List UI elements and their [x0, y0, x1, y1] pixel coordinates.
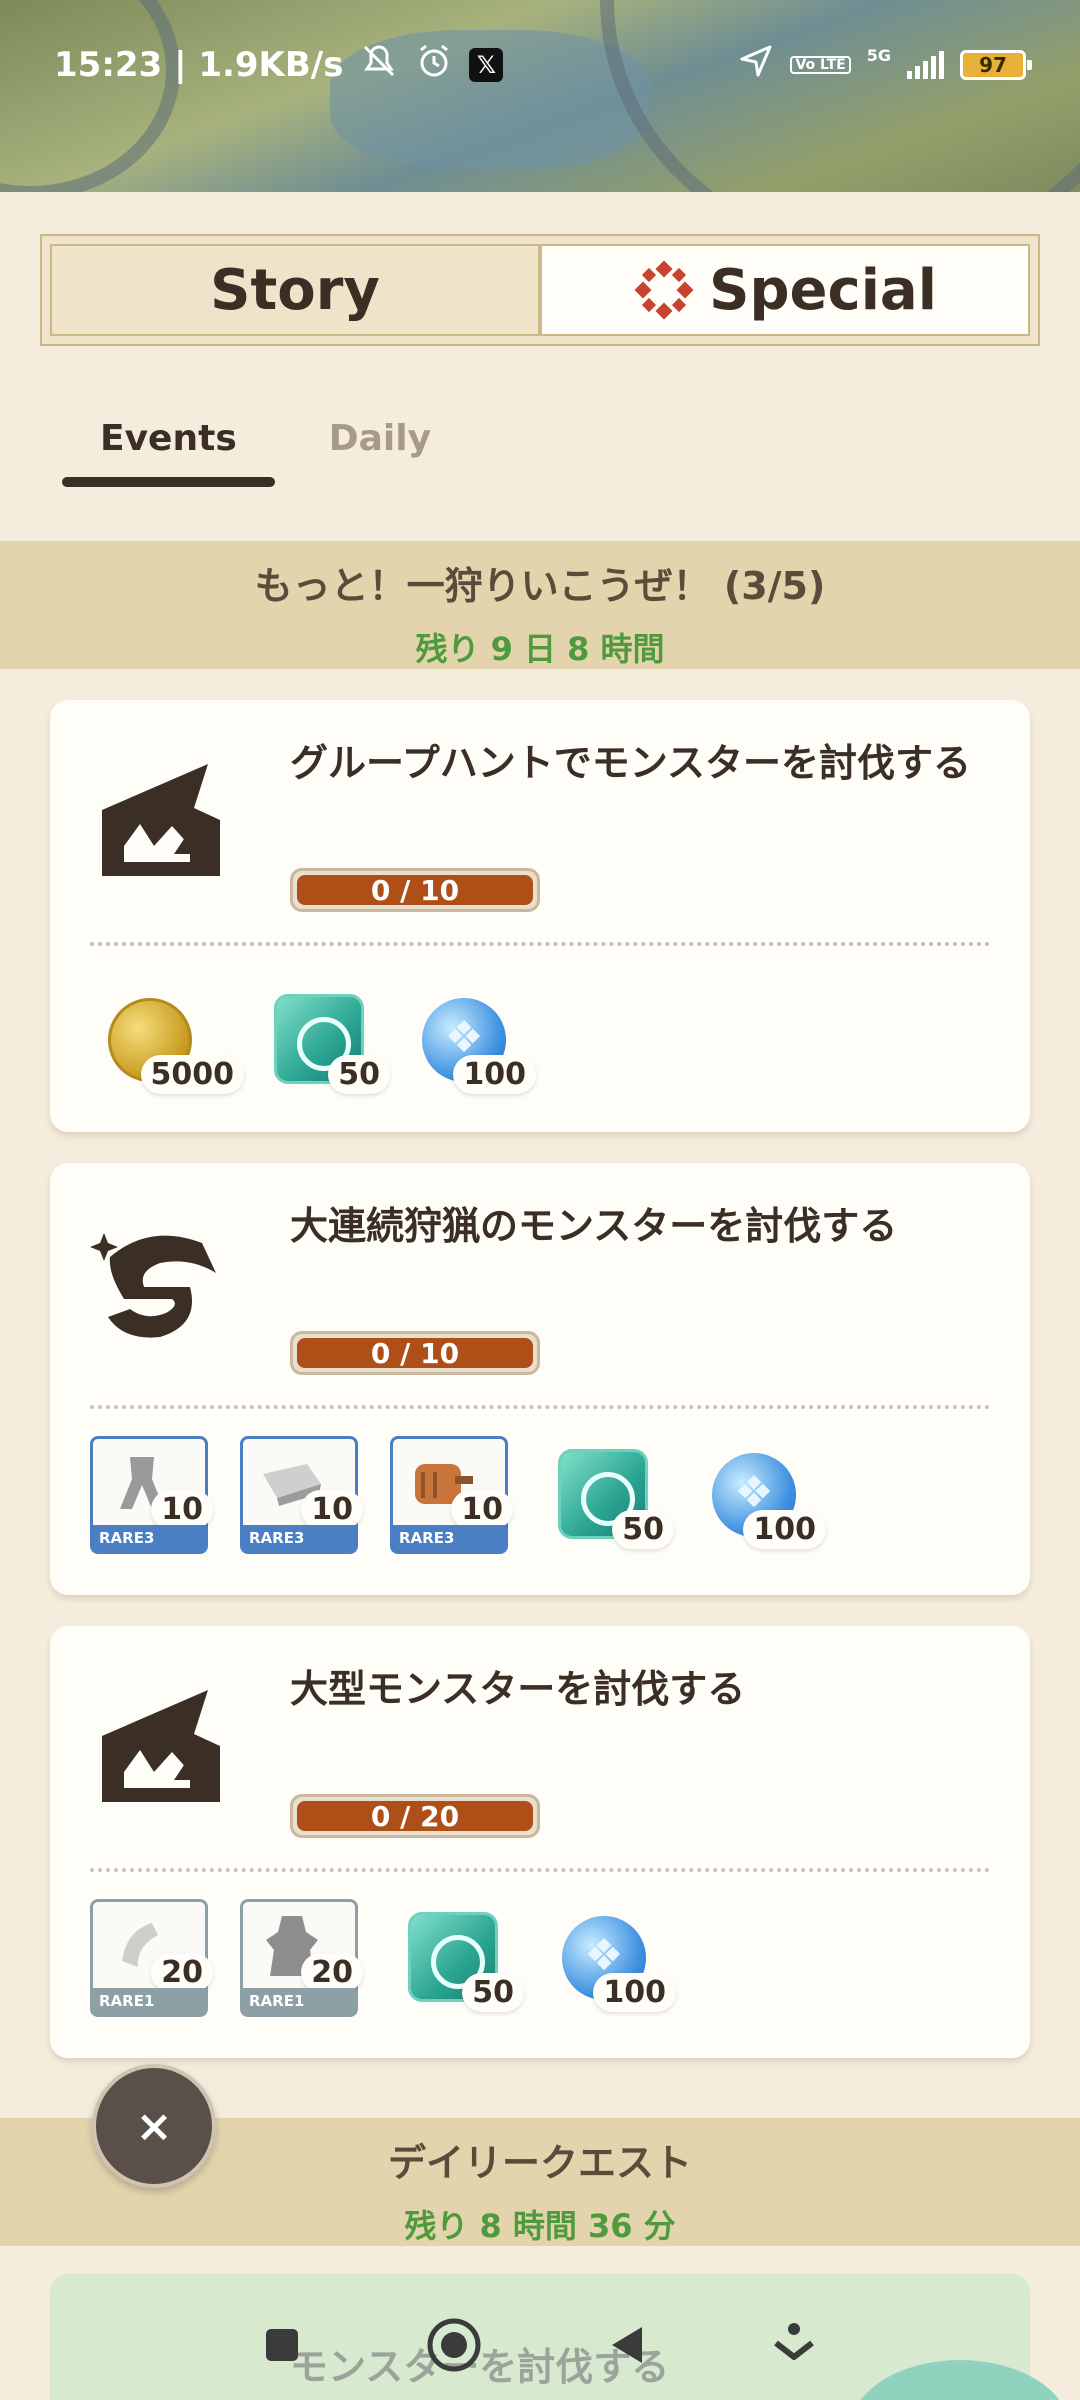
- reward-quantity: 10: [451, 1490, 513, 1529]
- daily-tab[interactable]: Daily: [329, 418, 431, 483]
- back-button[interactable]: [606, 2323, 646, 2378]
- mission-progress-bar: 0 / 10: [290, 1331, 540, 1375]
- reward-orb: 100: [402, 980, 536, 1100]
- mission-card[interactable]: グループハントでモンスターを討伐する 0 / 10 5000 50 100: [50, 700, 1030, 1132]
- mission-card[interactable]: 大連続狩猟のモンスターを討伐する 0 / 10 10 RARE3 10 RARE…: [50, 1163, 1030, 1595]
- mission-progress-bar: 0 / 10: [290, 868, 540, 912]
- reward-orb: 100: [692, 1435, 826, 1555]
- mission-progress-bar: 0 / 20: [290, 1794, 540, 1838]
- reward-material: 10 RARE3: [240, 1436, 363, 1554]
- rarity-label: RARE3: [243, 1525, 355, 1551]
- volte-indicator: Vo LTE: [790, 56, 851, 74]
- reward-quantity: 100: [593, 1973, 676, 2012]
- rarity-label: RARE1: [93, 1988, 205, 2014]
- event-time-remaining: 残り 9 日 8 時間: [415, 630, 665, 668]
- x-app-icon: 𝕏: [469, 48, 504, 82]
- reward-quantity: 10: [301, 1490, 363, 1529]
- special-tab[interactable]: Special: [540, 244, 1030, 336]
- system-nav-bar: [0, 2300, 1080, 2400]
- card-divider: [90, 942, 990, 946]
- gesture-down-button[interactable]: [770, 2321, 818, 2380]
- clock-and-speed: 15:23 | 1.9KB/s: [54, 45, 344, 85]
- reward-material: 10 RARE3: [90, 1436, 213, 1554]
- subtab-bar: Events Daily: [62, 418, 431, 487]
- alarm-icon: [415, 42, 453, 89]
- monster-fang-emblem-icon: [90, 1676, 230, 1816]
- monster-fang-emblem-icon: [90, 750, 230, 890]
- mission-progress-text: 0 / 10: [297, 1337, 533, 1370]
- mission-progress-text: 0 / 20: [297, 1800, 533, 1833]
- reward-quantity: 20: [151, 1953, 213, 1992]
- mission-card[interactable]: 大型モンスターを討伐する 0 / 20 20 RARE1 20 RARE1 50…: [50, 1626, 1030, 2058]
- mute-bell-icon: [359, 43, 399, 88]
- events-tab[interactable]: Events: [62, 418, 275, 487]
- home-button[interactable]: [426, 2317, 482, 2384]
- rarity-label: RARE3: [393, 1525, 505, 1551]
- mission-progress-text: 0 / 10: [297, 874, 533, 907]
- battery-level: 97: [979, 53, 1007, 77]
- reward-quantity: 10: [151, 1490, 213, 1529]
- reward-list: 5000 50 100: [90, 980, 536, 1100]
- reward-material: 10 RARE3: [390, 1436, 513, 1554]
- reward-quantity: 100: [453, 1055, 536, 1094]
- reward-list: 10 RARE3 10 RARE3 10 RARE3 50 100: [90, 1435, 826, 1555]
- close-button[interactable]: ×: [92, 2064, 216, 2188]
- card-divider: [90, 1868, 990, 1872]
- network-type: 5G: [866, 45, 891, 65]
- event-section-title: もっと！一狩りいこうぜ！ (3/5): [254, 564, 826, 608]
- event-section-header: もっと！一狩りいこうぜ！ (3/5) 残り 9 日 8 時間: [0, 541, 1080, 669]
- reward-gem: 50: [540, 1435, 674, 1555]
- close-icon: ×: [135, 2100, 173, 2152]
- rarity-label: RARE1: [243, 1988, 355, 2014]
- card-divider: [90, 1405, 990, 1409]
- reward-gem: 50: [256, 980, 390, 1100]
- story-tab[interactable]: Story: [50, 244, 540, 336]
- reward-material: 20 RARE1: [90, 1899, 213, 2017]
- reward-list: 20 RARE1 20 RARE1 50 100: [90, 1898, 676, 2018]
- reward-quantity: 50: [612, 1510, 674, 1549]
- reward-orb: 100: [542, 1898, 676, 2018]
- mission-title: 大連続狩猟のモンスターを討伐する: [290, 1204, 898, 1248]
- signal-strength-icon: [907, 51, 944, 79]
- rarity-label: RARE3: [93, 1525, 205, 1551]
- reward-quantity: 50: [328, 1055, 390, 1094]
- mission-title: グループハントでモンスターを討伐する: [290, 741, 971, 785]
- mission-title: 大型モンスターを討伐する: [290, 1667, 746, 1711]
- location-arrow-icon: [738, 43, 774, 88]
- reward-quantity: 5000: [140, 1055, 244, 1094]
- status-bar: 15:23 | 1.9KB/s 𝕏 Vo LTE 5G 97: [0, 0, 1080, 130]
- special-emblem-icon: [633, 259, 695, 321]
- reward-zenny: 5000: [90, 980, 244, 1100]
- special-tab-label: Special: [709, 257, 937, 323]
- reward-material: 20 RARE1: [240, 1899, 363, 2017]
- swirl-emblem-icon: [90, 1213, 230, 1353]
- mission-type-segment: Story Special: [40, 234, 1040, 346]
- reward-quantity: 100: [743, 1510, 826, 1549]
- story-tab-label: Story: [210, 257, 380, 323]
- reward-quantity: 20: [301, 1953, 363, 1992]
- battery-icon: 97: [960, 50, 1032, 80]
- reward-quantity: 50: [462, 1973, 524, 2012]
- daily-time-remaining: 残り 8 時間 36 分: [404, 2207, 676, 2245]
- reward-gem: 50: [390, 1898, 524, 2018]
- recent-apps-button[interactable]: [262, 2325, 302, 2376]
